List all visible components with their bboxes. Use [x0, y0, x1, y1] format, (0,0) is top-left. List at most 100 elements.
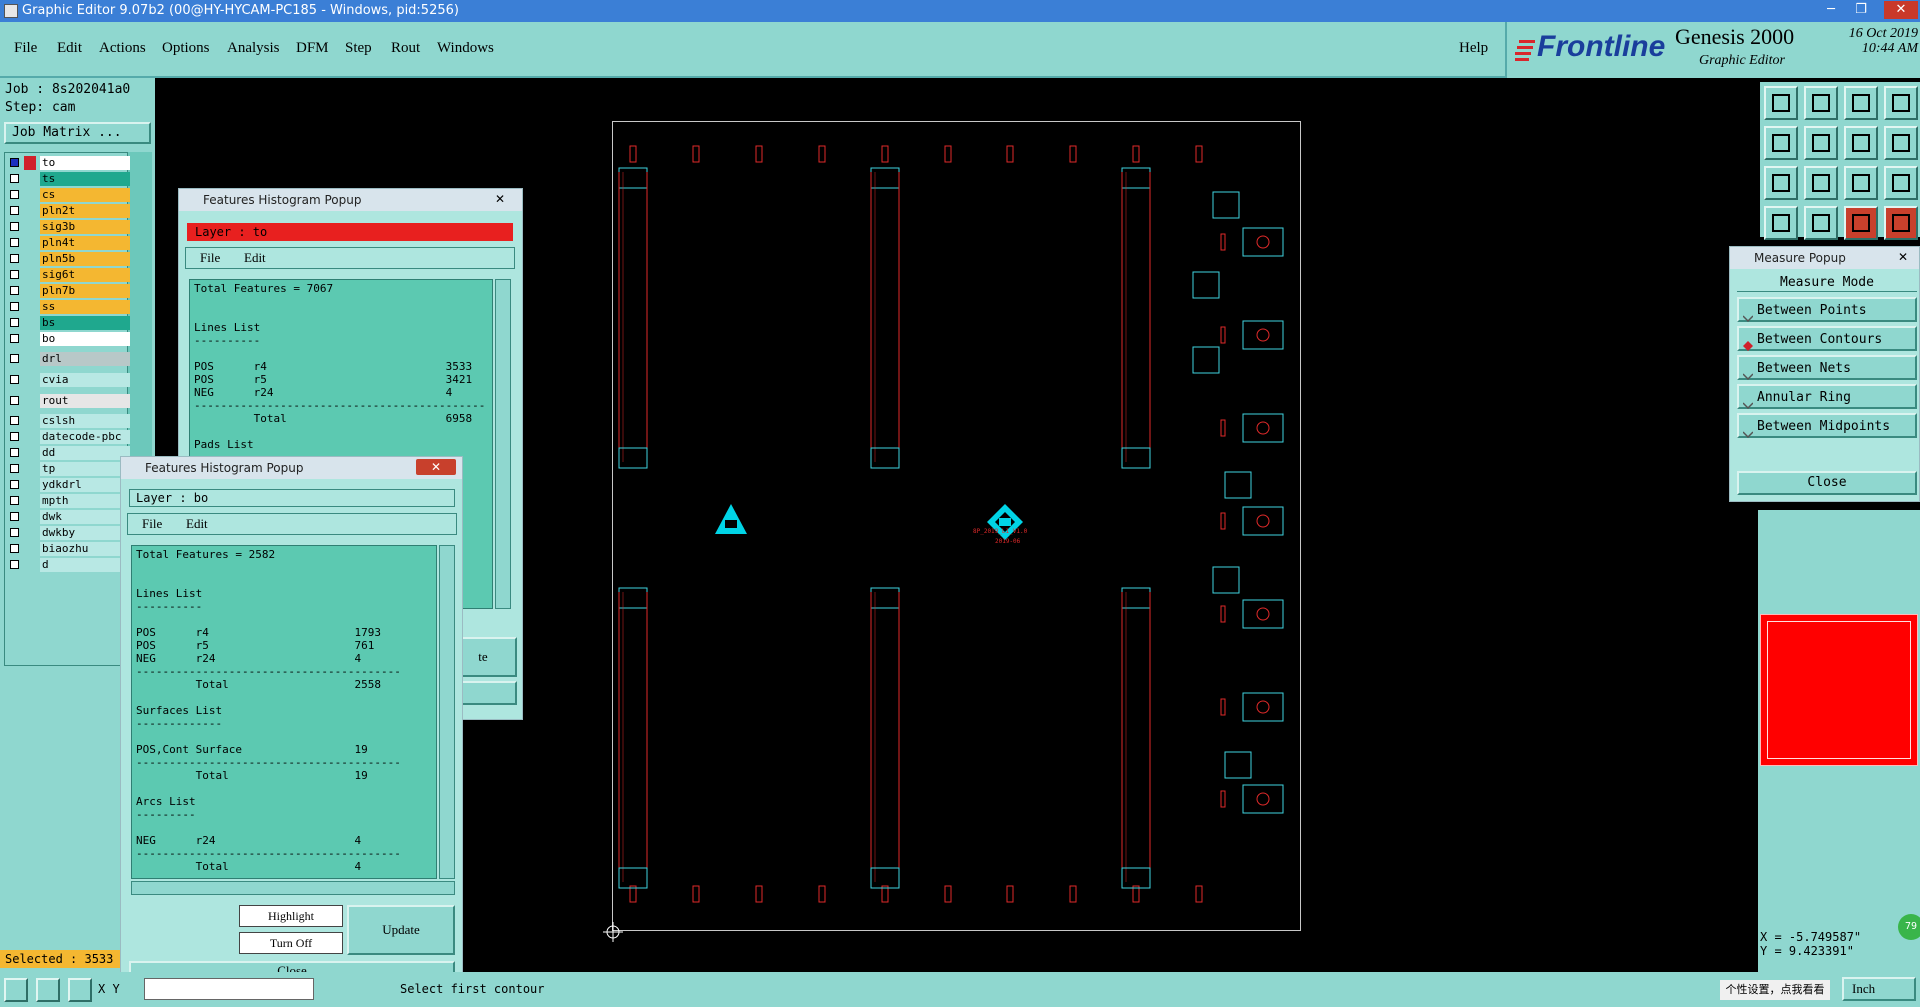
menu-rout[interactable]: Rout	[391, 40, 420, 57]
window-icon[interactable]	[1884, 86, 1918, 120]
layer-row-dwkby[interactable]: dwkby	[8, 526, 130, 540]
layer-row-bs[interactable]: bs	[8, 316, 130, 330]
layer-display-checkbox[interactable]	[10, 512, 19, 521]
xy-input[interactable]	[144, 978, 314, 1000]
layer-row-ss[interactable]: ss	[8, 300, 130, 314]
layer-display-checkbox[interactable]	[10, 158, 19, 167]
scale-icon[interactable]	[1844, 166, 1878, 200]
measure-option-between-midpoints[interactable]: Between Midpoints	[1737, 413, 1917, 439]
job-matrix-button[interactable]: Job Matrix ...	[4, 122, 151, 144]
layer-row-d[interactable]: d	[8, 558, 130, 572]
zoom-in-icon[interactable]	[1804, 86, 1838, 120]
layer-row-to[interactable]: to	[8, 156, 130, 170]
layer-display-checkbox[interactable]	[10, 190, 19, 199]
grid-icon[interactable]	[1804, 206, 1838, 240]
menu-help[interactable]: Help	[1459, 40, 1488, 57]
menu-file[interactable]: File	[14, 40, 37, 57]
measure-option-between-points[interactable]: Between Points	[1737, 297, 1917, 323]
menu-dfm[interactable]: DFM	[296, 40, 329, 57]
center-icon[interactable]	[1804, 166, 1838, 200]
measure-option-between-nets[interactable]: Between Nets	[1737, 355, 1917, 381]
layer-row-ts[interactable]: ts	[8, 172, 130, 186]
fit-icon[interactable]	[1764, 166, 1798, 200]
grid-tool-icon[interactable]	[68, 978, 92, 1002]
histogram-scrollbar[interactable]	[439, 545, 455, 879]
layer-display-checkbox[interactable]	[10, 464, 19, 473]
popup-menu-edit[interactable]: Edit	[186, 516, 208, 532]
layer-display-checkbox[interactable]	[10, 206, 19, 215]
layer-display-checkbox[interactable]	[10, 270, 19, 279]
measure-option-between-contours[interactable]: Between Contours	[1737, 326, 1917, 351]
units-button[interactable]: Inch	[1842, 977, 1916, 1001]
notification-badge[interactable]: 79	[1898, 914, 1920, 940]
layer-row-mpth[interactable]: mpth	[8, 494, 130, 508]
layer-display-checkbox[interactable]	[10, 544, 19, 553]
close-icon[interactable]: ✕	[490, 191, 510, 207]
layer-row-pln5b[interactable]: pln5b	[8, 252, 130, 266]
turn-off-button[interactable]: Turn Off	[239, 932, 343, 954]
layer-display-checkbox[interactable]	[10, 496, 19, 505]
draw-tool-icon[interactable]	[36, 978, 60, 1002]
layer-row-pln7b[interactable]: pln7b	[8, 284, 130, 298]
mirror-icon[interactable]	[1844, 126, 1878, 160]
layer-row-pln2t[interactable]: pln2t	[8, 204, 130, 218]
layer-display-checkbox[interactable]	[10, 480, 19, 489]
popup-menu-edit[interactable]: Edit	[244, 250, 266, 266]
layer-display-checkbox[interactable]	[10, 416, 19, 425]
layer-row-dd[interactable]: dd	[8, 446, 130, 460]
edit-icon[interactable]	[1764, 206, 1798, 240]
close-icon[interactable]: ✕	[416, 459, 456, 475]
layer-row-tp[interactable]: tp	[8, 462, 130, 476]
layer-row-datecode-pbc[interactable]: datecode-pbc	[8, 430, 130, 444]
ime-settings[interactable]: 个性设置，点我看看	[1720, 980, 1830, 1000]
layer-display-checkbox[interactable]	[10, 528, 19, 537]
layer-row-sig6t[interactable]: sig6t	[8, 268, 130, 282]
pan-right-icon[interactable]	[1804, 126, 1838, 160]
popup-menu-file[interactable]: File	[200, 250, 220, 266]
minimize-button[interactable]: ─	[1818, 1, 1844, 19]
histogram-scrollbar[interactable]	[495, 279, 511, 609]
help-icon[interactable]	[1884, 166, 1918, 200]
close-icon[interactable]: ✕	[1893, 249, 1913, 265]
layer-row-drl[interactable]: drl	[8, 352, 130, 366]
layer-display-checkbox[interactable]	[10, 286, 19, 295]
layer-display-checkbox[interactable]	[10, 302, 19, 311]
menu-edit[interactable]: Edit	[57, 40, 82, 57]
layer-display-checkbox[interactable]	[10, 222, 19, 231]
layer-row-biaozhu[interactable]: biaozhu	[8, 542, 130, 556]
layer-row-cs[interactable]: cs	[8, 188, 130, 202]
layer-display-checkbox[interactable]	[10, 560, 19, 569]
layer-display-checkbox[interactable]	[10, 375, 19, 384]
filter-icon[interactable]	[1884, 206, 1918, 240]
board-canvas[interactable]: 8P_2019_L1_V1.0 2019-06	[603, 121, 1301, 942]
snap-icon[interactable]	[1884, 126, 1918, 160]
close-window-button[interactable]: ✕	[1884, 1, 1918, 19]
highlight-button[interactable]: Highlight	[239, 905, 343, 927]
measure-close-button[interactable]: Close	[1737, 471, 1917, 495]
menu-windows[interactable]: Windows	[437, 40, 494, 57]
layer-row-dwk[interactable]: dwk	[8, 510, 130, 524]
menu-options[interactable]: Options	[162, 40, 210, 57]
pan-left-icon[interactable]	[1764, 126, 1798, 160]
layer-row-ydkdrl[interactable]: ydkdrl	[8, 478, 130, 492]
layer-display-checkbox[interactable]	[10, 318, 19, 327]
layer-display-checkbox[interactable]	[10, 334, 19, 343]
layer-row-rout[interactable]: rout	[8, 394, 130, 408]
layer-row-bo[interactable]: bo	[8, 332, 130, 346]
zoom-home-icon[interactable]	[1764, 86, 1798, 120]
layer-display-checkbox[interactable]	[10, 238, 19, 247]
layer-row-pln4t[interactable]: pln4t	[8, 236, 130, 250]
layer-row-cslsh[interactable]: cslsh	[8, 414, 130, 428]
popup-menu-file[interactable]: File	[142, 516, 162, 532]
layer-display-checkbox[interactable]	[10, 396, 19, 405]
layer-display-checkbox[interactable]	[10, 254, 19, 263]
measure-option-annular-ring[interactable]: Annular Ring	[1737, 384, 1917, 410]
layer-display-checkbox[interactable]	[10, 354, 19, 363]
histogram-hscrollbar[interactable]	[131, 881, 455, 895]
layers-icon[interactable]	[1844, 206, 1878, 240]
menu-step[interactable]: Step	[345, 40, 372, 57]
layer-display-checkbox[interactable]	[10, 432, 19, 441]
home-icon[interactable]	[1844, 86, 1878, 120]
select-tool-icon[interactable]	[4, 978, 28, 1002]
layer-row-sig3b[interactable]: sig3b	[8, 220, 130, 234]
